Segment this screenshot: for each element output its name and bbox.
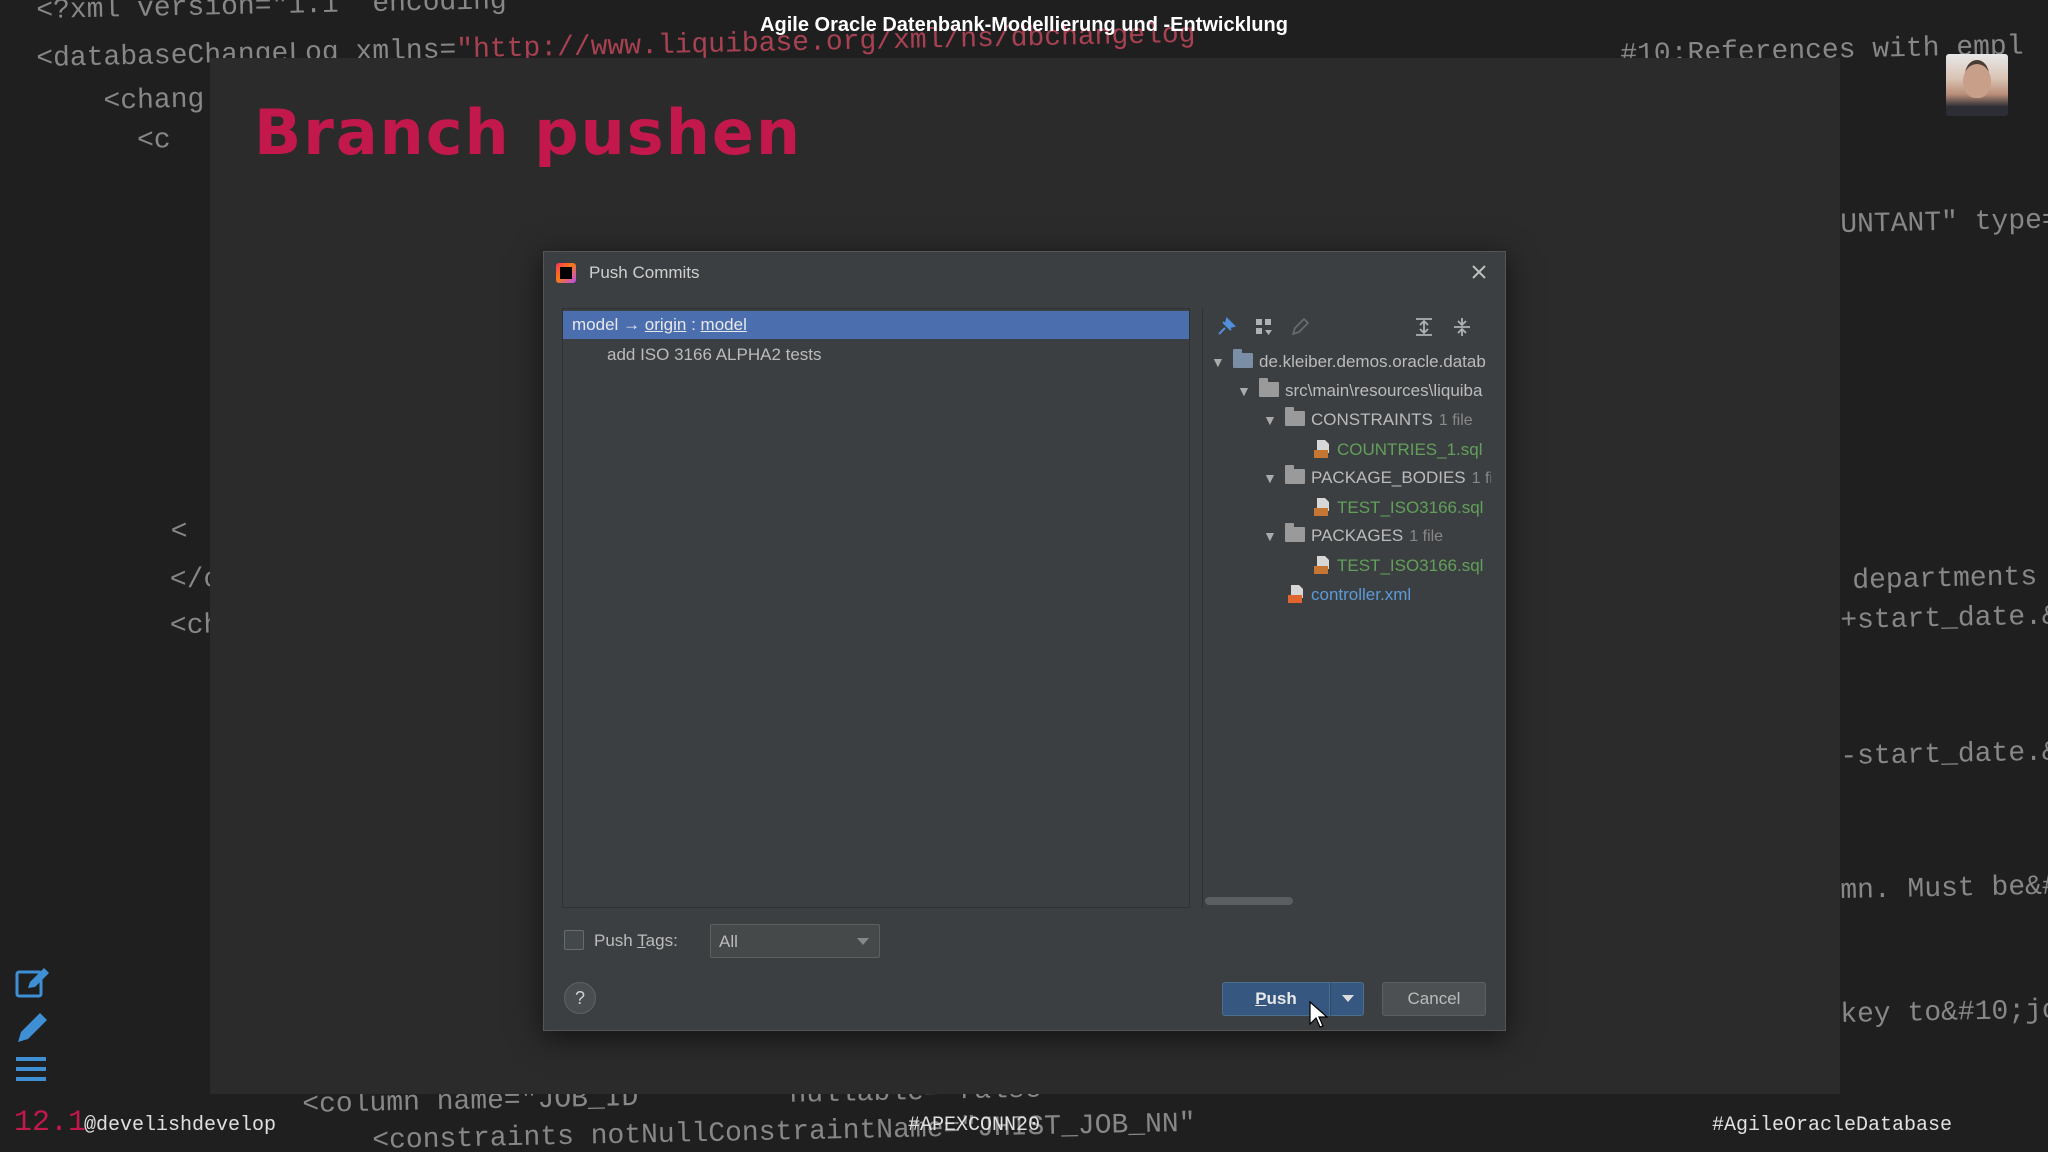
tree-node-file[interactable]: TEST_ISO3166.sql [1309, 497, 1483, 525]
tree-node-file[interactable]: controller.xml [1283, 584, 1411, 612]
code-line: -start_date.& [1840, 737, 2048, 773]
arrow-icon: → [623, 315, 641, 334]
expand-arrow-icon[interactable]: ▼ [1211, 354, 1229, 370]
horizontal-scrollbar[interactable] [1203, 894, 1491, 908]
branch-row[interactable]: model → origin : model [563, 311, 1189, 339]
code-line: UNTANT" type= [1840, 205, 2048, 241]
video-footer: 12.1 @develishdevelop #APEXCONN20 #Agile… [0, 1100, 2048, 1152]
tree-node-file[interactable]: TEST_ISO3166.sql [1309, 555, 1483, 583]
tree-node-folder[interactable]: ▼ CONSTRAINTS 1 file [1263, 407, 1473, 438]
expand-all-icon[interactable] [1413, 316, 1435, 338]
tree-node-file[interactable]: COUNTRIES_1.sql [1309, 439, 1482, 467]
conference-hashtag: #APEXCONN20 [908, 1114, 1041, 1137]
branch-separator: : [686, 315, 701, 334]
presenter-webcam [1946, 54, 2008, 116]
pen-icon[interactable] [14, 1010, 52, 1044]
code-line: <c [36, 125, 172, 159]
module-icon [1233, 349, 1253, 368]
group-by-icon[interactable] [1253, 316, 1275, 338]
expand-arrow-icon[interactable]: ▼ [1263, 412, 1281, 428]
video-caption: Agile Oracle Datenbank-Modellierung und … [760, 14, 1288, 36]
expand-arrow-icon[interactable]: ▼ [1263, 470, 1281, 486]
help-button[interactable]: ? [564, 982, 596, 1014]
cancel-button[interactable]: Cancel [1382, 982, 1486, 1016]
dialog-title: Push Commits [589, 263, 700, 282]
code-line: key to&#10;jo [1840, 995, 2048, 1031]
code-line: departments [1852, 562, 2038, 597]
folder-icon [1285, 407, 1305, 426]
edit-note-icon[interactable] [14, 966, 52, 1000]
code-line: mn. Must be&# [1840, 871, 2048, 907]
changed-files-pane: ▼ de.kleiber.demos.oracle.datab ▼ src\main… [1202, 308, 1491, 908]
code-line: +start_date.& [1840, 601, 2048, 637]
slide-number: 12.1 [14, 1106, 87, 1140]
xml-file-icon [1288, 585, 1303, 603]
tree-node-folder[interactable]: ▼ PACKAGES 1 file [1263, 523, 1443, 554]
commits-list[interactable]: model → origin : model add ISO 3166 ALPH… [562, 308, 1190, 908]
close-icon[interactable] [1467, 260, 1491, 284]
sql-file-icon [1314, 556, 1329, 574]
expand-arrow-icon[interactable]: ▼ [1263, 528, 1281, 544]
folder-icon [1259, 378, 1279, 397]
pin-icon[interactable] [1215, 316, 1237, 338]
remote-link[interactable]: origin [645, 315, 687, 334]
presentation-tools [14, 966, 54, 1094]
folder-icon [1285, 465, 1305, 484]
edit-icon[interactable] [1289, 316, 1311, 338]
push-options-dropdown[interactable] [1330, 982, 1364, 1016]
local-branch: model [572, 315, 619, 334]
mouse-cursor-icon [1309, 1000, 1329, 1028]
collapse-all-icon[interactable] [1451, 316, 1473, 338]
code-line: <chang [36, 84, 205, 119]
tree-node-folder[interactable]: ▼PACKAGE_BODIES1 fil [1263, 465, 1491, 496]
menu-icon[interactable] [14, 1054, 52, 1084]
slide-title: Branch pushen [254, 96, 803, 169]
chevron-down-icon [857, 938, 869, 945]
code-line: < [36, 516, 188, 551]
scrollbar-thumb[interactable] [1205, 897, 1293, 905]
topic-hashtag: #AgileOracleDatabase [1712, 1114, 1953, 1137]
target-branch-link[interactable]: model [701, 315, 747, 334]
sql-file-icon [1314, 498, 1329, 516]
push-tags-checkbox[interactable] [564, 930, 584, 950]
push-commits-dialog: Push Commits model → origin : model add … [543, 251, 1506, 1031]
folder-icon [1285, 523, 1305, 542]
tree-node-root[interactable]: ▼ de.kleiber.demos.oracle.datab [1211, 349, 1486, 380]
intellij-app-icon [556, 263, 576, 283]
dialog-titlebar: Push Commits [544, 252, 1505, 294]
expand-arrow-icon[interactable]: ▼ [1237, 383, 1255, 399]
push-tags-label: Push Tags: [594, 931, 678, 950]
push-tags-select[interactable]: All [710, 924, 880, 958]
commit-item[interactable]: add ISO 3166 ALPHA2 tests [607, 345, 822, 365]
sql-file-icon [1314, 440, 1329, 458]
twitter-handle: @develishdevelop [84, 1114, 277, 1137]
file-tree[interactable]: ▼ de.kleiber.demos.oracle.datab ▼ src\main… [1203, 344, 1491, 884]
tree-node-path[interactable]: ▼ src\main\resources\liquiba [1237, 378, 1482, 409]
